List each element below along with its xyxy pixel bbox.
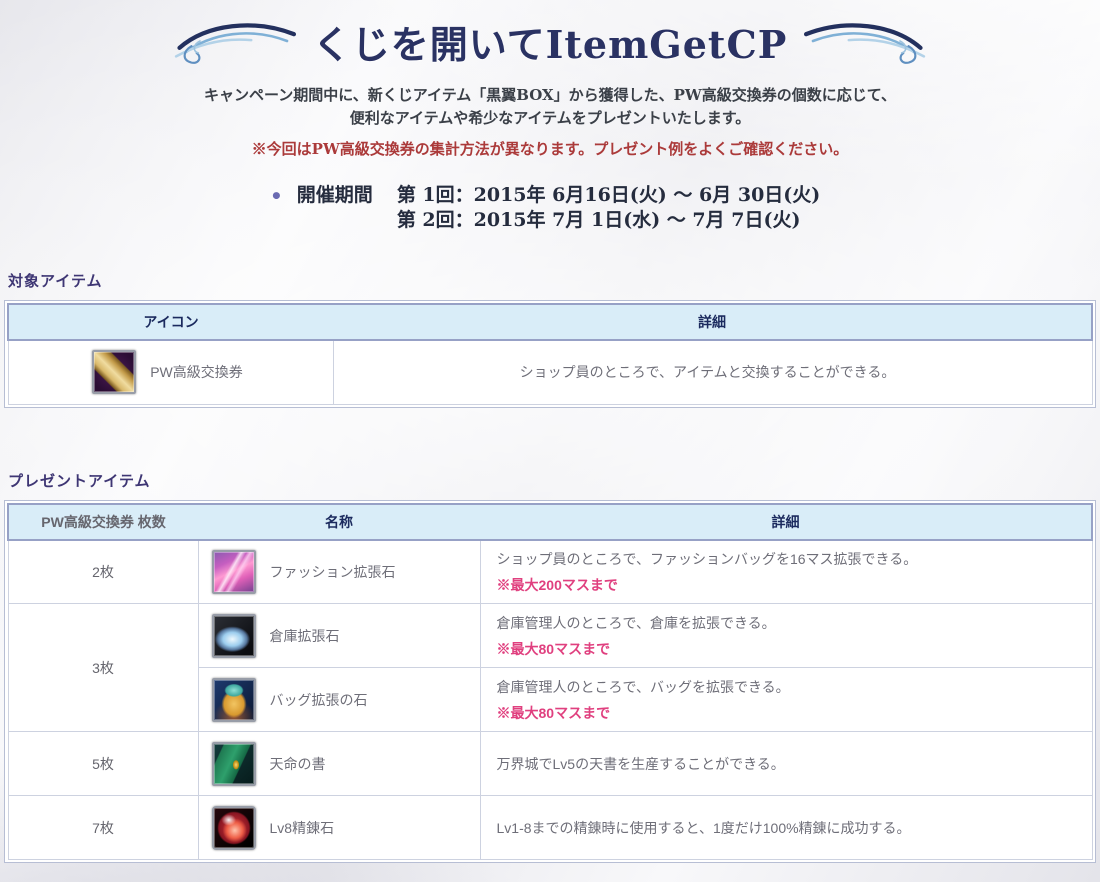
item-note: ※最大200マスまで bbox=[496, 576, 618, 593]
column-header-count: PW高級交換券 枚数 bbox=[7, 502, 198, 541]
target-items-heading: 対象アイテム bbox=[8, 273, 103, 291]
item-detail: ショップ員のところで、アイテムと交換することができる。 bbox=[332, 339, 1093, 405]
schedule-dates: 第 1回：2015年 6月16日(火) ～ 6月 30日(火) 第 2回：201… bbox=[397, 183, 820, 234]
item-detail: ショップ員のところで、ファッションバッグを16マス拡張できる。 bbox=[496, 550, 918, 567]
item-name: 天命の書 bbox=[269, 755, 326, 772]
item-name-cell: Lv8精錬石 bbox=[200, 798, 479, 858]
table-header-row: PW高級交換券 枚数 名称 詳細 bbox=[7, 502, 1093, 541]
table-row: 3枚 倉庫拡張石 倉庫管理人のところで、倉庫を拡張できる。 ※最大80マスまで bbox=[7, 603, 1093, 733]
item-detail: 倉庫管理人のところで、バッグを拡張できる。 bbox=[496, 678, 790, 695]
item-name: ファッション拡張石 bbox=[269, 563, 396, 580]
column-header-detail: 詳細 bbox=[333, 303, 1093, 342]
table-row: 5枚 天命の書 万界城でLv5の天書を生産することができる。 bbox=[7, 731, 1093, 797]
table-row: PW高級交換券 ショップ員のところで、アイテムと交換することができる。 bbox=[7, 339, 1093, 405]
item-detail: Lv1-8までの精錬時に使用すると、1度だけ100%精錬に成功する。 bbox=[496, 819, 911, 836]
table-row: 2枚 ファッション拡張石 ショップ員のところで、ファッションバッグを16マス拡張… bbox=[7, 539, 1093, 605]
schedule: • 開催期間 第 1回：2015年 6月16日(火) ～ 6月 30日(火) 第… bbox=[270, 183, 830, 234]
item-name-cell: ファッション拡張石 bbox=[200, 542, 479, 602]
schedule-round-2: 第 2回：2015年 7月 1日(水) ～ 7月 7日(火) bbox=[396, 209, 801, 232]
schedule-round-1: 第 1回：2015年 6月16日(火) ～ 6月 30日(火) bbox=[396, 183, 821, 206]
item-name-cell: バッグ拡張の石 bbox=[200, 670, 479, 730]
ticket-count: 3枚 bbox=[7, 603, 199, 733]
column-header-detail: 詳細 bbox=[480, 502, 1093, 541]
item-note: ※最大80マスまで bbox=[496, 704, 611, 721]
item-name: PW高級交換券 bbox=[150, 364, 243, 381]
item-name: Lv8精錬石 bbox=[269, 819, 335, 836]
bag-stone-icon bbox=[211, 677, 256, 722]
campaign-page: くじを開いてItemGetCP キャンペーン期間中に、新くじアイテム「黒翼BOX… bbox=[0, 0, 1100, 882]
masthead: くじを開いてItemGetCP bbox=[0, 0, 1100, 72]
target-items-table: アイコン 詳細 PW高級交換券 ショップ員のところで、アイテムと交換することがで… bbox=[4, 300, 1096, 408]
present-items-heading: プレゼントアイテム bbox=[8, 472, 151, 490]
bullet-icon: • bbox=[270, 183, 283, 208]
table-header-row: アイコン 詳細 bbox=[7, 303, 1093, 342]
present-items-table: PW高級交換券 枚数 名称 詳細 2枚 ファッション拡張石 ショップ員のところで… bbox=[4, 499, 1096, 864]
page-title: くじを開いてItemGetCP bbox=[312, 21, 788, 67]
description-line-2: 便利なアイテムや希少なアイテムをプレゼントいたします。 bbox=[349, 109, 751, 128]
description-line-1: キャンペーン期間中に、新くじアイテム「黒翼BOX」から獲得した、PW高級交換券の… bbox=[203, 86, 897, 104]
campaign-description: キャンペーン期間中に、新くじアイテム「黒翼BOX」から獲得した、PW高級交換券の… bbox=[0, 84, 1100, 161]
column-header-name: 名称 bbox=[198, 502, 480, 541]
ticket-count: 7枚 bbox=[7, 795, 199, 861]
pw-ticket-icon bbox=[92, 350, 137, 395]
schedule-label: 開催期間 bbox=[296, 183, 373, 206]
item-name-cell: 天命の書 bbox=[200, 734, 479, 794]
column-header-icon: アイコン bbox=[7, 303, 333, 342]
refine-orb-icon bbox=[211, 805, 256, 850]
item-name-cell: PW高級交換券 bbox=[10, 342, 332, 402]
item-detail: 万界城でLv5の天書を生産することができる。 bbox=[496, 755, 785, 772]
warning-text: ※今回はPW高級交換券の集計方法が異なります。プレゼント例をよくご確認ください。 bbox=[251, 139, 849, 158]
item-note: ※最大80マスまで bbox=[496, 640, 611, 657]
heaven-book-icon bbox=[211, 741, 256, 786]
ticket-count: 2枚 bbox=[7, 539, 199, 605]
item-name-cell: 倉庫拡張石 bbox=[200, 606, 479, 666]
item-name: バッグ拡張の石 bbox=[269, 691, 368, 708]
item-name: 倉庫拡張石 bbox=[269, 627, 340, 644]
item-detail: 倉庫管理人のところで、倉庫を拡張できる。 bbox=[496, 614, 776, 631]
fashion-stone-icon bbox=[211, 549, 256, 594]
swirl-ornament-left-icon bbox=[174, 23, 296, 64]
swirl-ornament-right-icon bbox=[804, 23, 926, 64]
warehouse-stone-icon bbox=[211, 613, 256, 658]
ticket-count: 5枚 bbox=[7, 731, 199, 797]
table-row: 7枚 Lv8精錬石 Lv1-8までの精錬時に使用すると、1度だけ100%精錬に成… bbox=[7, 795, 1093, 861]
